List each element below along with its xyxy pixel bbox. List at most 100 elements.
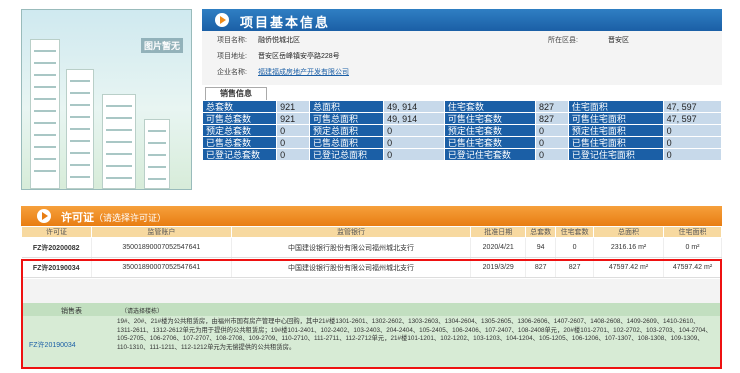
sales-metric-label: 可售住宅套数	[443, 112, 537, 125]
sales-metric-label: 可售住宅面积	[567, 112, 664, 125]
sales-metric-value: 0	[276, 148, 310, 161]
sales-metric-value: 827	[535, 100, 569, 113]
col-header: 总面积	[593, 226, 664, 238]
photo-placeholder-text: 图片暂无	[140, 38, 183, 53]
permit-header: 许可证（请选择许可证）	[21, 206, 722, 226]
sales-metric-value: 0	[662, 124, 723, 137]
total-area-cell: 47597.42 m²	[593, 257, 664, 278]
col-header: 批准日期	[470, 226, 527, 238]
date-cell: 2020/4/21	[470, 237, 527, 258]
total-units-cell: 827	[525, 257, 557, 278]
sales-metric-value: 827	[535, 112, 569, 125]
col-header: 许可证	[21, 226, 92, 238]
sales-info-row: 已售总套数 0 已售总面积 0 已售住宅套数 0 已售住宅面积 0	[201, 136, 723, 149]
company-link[interactable]: 福建福成房地产开发有限公司	[258, 67, 349, 77]
sales-metric-value: 921	[276, 100, 310, 113]
info-row-company: 企业名称: 福建福成房地产开发有限公司	[202, 63, 722, 79]
col-header: 住宅面积	[663, 226, 722, 238]
account-cell: 35001890007052547641	[91, 237, 232, 258]
sales-table-header: 销售表 （请选择楼栋）	[23, 303, 720, 316]
permit-row-selected[interactable]: FZ许20190034 35001890007052547641 中国建设银行股…	[21, 257, 722, 278]
permit-description: 19#、20#、21#楼为公共租赁房，由福州市国有房产管理中心回购，其中21#楼…	[117, 318, 712, 351]
building-graphic	[144, 119, 170, 189]
tab-sales-info[interactable]: 销售信息	[205, 87, 267, 100]
arrow-circle-icon	[37, 209, 51, 223]
sales-metric-label: 可售总套数	[201, 112, 278, 125]
sales-metric-value: 0	[383, 124, 445, 137]
project-address: 晋安区岳峰镇安亭路228号	[258, 53, 340, 60]
sales-metric-label: 住宅套数	[443, 100, 537, 113]
sales-info-table: 总套数 921 总面积 49, 914 住宅套数 827 住宅面积 47, 597 可售总套数 9…	[201, 100, 723, 161]
sales-metric-label: 已售总套数	[201, 136, 278, 149]
sales-table-label: 销售表	[61, 308, 82, 315]
sales-metric-label: 总面积	[308, 100, 385, 113]
sales-metric-label: 预定住宅面积	[567, 124, 664, 137]
region-label: 所在区县:	[548, 37, 578, 44]
res-units-cell: 0	[555, 237, 595, 258]
section-title: 项目基本信息	[240, 15, 331, 30]
bank-cell: 中国建设银行股份有限公司福州城北支行	[231, 257, 472, 278]
building-graphic	[30, 39, 60, 189]
sales-metric-label: 可售总面积	[308, 112, 385, 125]
project-info-panel: 项目名称: 融侨悦城北区 所在区县: 晋安区 项目地址: 晋安区岳峰镇安亭路22…	[202, 31, 722, 85]
sales-info-row: 总套数 921 总面积 49, 914 住宅套数 827 住宅面积 47, 597	[201, 100, 723, 113]
project-name: 融侨悦城北区	[258, 37, 300, 44]
sales-metric-label: 预定总面积	[308, 124, 385, 137]
building-graphic	[66, 69, 94, 189]
col-header: 住宅套数	[555, 226, 595, 238]
info-row-address: 项目地址: 晋安区岳峰镇安亭路228号	[202, 47, 722, 63]
res-area-cell: 47597.42 m²	[663, 257, 722, 278]
selected-permit-spacer	[23, 279, 720, 303]
region-value: 晋安区	[608, 37, 629, 44]
sales-metric-value: 0	[535, 136, 569, 149]
date-cell: 2019/3/29	[470, 257, 527, 278]
sales-metric-value: 921	[276, 112, 310, 125]
res-area-cell: 0 m²	[663, 237, 722, 258]
sales-metric-value: 47, 597	[662, 100, 723, 113]
sales-metric-label: 预定总套数	[201, 124, 278, 137]
permit-table: 许可证 监管账户 监管银行 批准日期 总套数 住宅套数 总面积 住宅面积 FZ许…	[21, 226, 722, 278]
permit-header-row: 许可证 监管账户 监管银行 批准日期 总套数 住宅套数 总面积 住宅面积	[21, 226, 722, 238]
sales-metric-label: 总套数	[201, 100, 278, 113]
permit-title: 许可证	[61, 212, 94, 224]
sales-metric-value: 0	[276, 124, 310, 137]
sales-metric-label: 已登记住宅面积	[567, 148, 664, 161]
sales-metric-value: 0	[535, 124, 569, 137]
permit-subtitle: （请选择许可证）	[94, 213, 167, 223]
sales-metric-label: 预定住宅套数	[443, 124, 537, 137]
sales-metric-value: 0	[383, 136, 445, 149]
project-photo: 图片暂无	[21, 9, 192, 190]
project-info-header: 项目基本信息	[202, 9, 722, 31]
sales-metric-label: 已登记总面积	[308, 148, 385, 161]
sales-metric-value: 47, 597	[662, 112, 723, 125]
permit-row[interactable]: FZ许20200082 35001890007052547641 中国建设银行股…	[21, 237, 722, 258]
col-header: 监管银行	[230, 226, 472, 238]
sales-metric-value: 0	[276, 136, 310, 149]
account-cell: 35001890007052547641	[91, 257, 232, 278]
sales-info-row: 可售总套数 921 可售总面积 49, 914 可售住宅套数 827 可售住宅面积 47, 5…	[201, 112, 723, 125]
total-units-cell: 94	[525, 237, 557, 258]
arrow-circle-icon	[215, 13, 229, 27]
sales-info-row: 已登记总套数 0 已登记总面积 0 已登记住宅套数 0 已登记住宅面积 0	[201, 148, 723, 161]
sales-metric-label: 已售住宅面积	[567, 136, 664, 149]
building-select-hint[interactable]: （请选择楼栋）	[121, 306, 163, 315]
sales-metric-value: 0	[662, 148, 723, 161]
total-area-cell: 2316.16 m²	[593, 237, 664, 258]
permit-id[interactable]: FZ许20200082	[21, 237, 92, 258]
field-label: 项目名称:	[217, 37, 247, 44]
field-label: 项目地址:	[217, 53, 247, 60]
sales-table-area: 销售表 （请选择楼栋） FZ许20190034 19#、20#、21#楼为公共租…	[23, 303, 720, 367]
bank-cell: 中国建设银行股份有限公司福州城北支行	[231, 237, 472, 258]
sales-metric-value: 0	[535, 148, 569, 161]
sales-info-row: 预定总套数 0 预定总面积 0 预定住宅套数 0 预定住宅面积 0	[201, 124, 723, 137]
sales-metric-value: 49, 914	[383, 112, 445, 125]
field-label: 企业名称:	[217, 69, 247, 76]
sales-metric-value: 49, 914	[383, 100, 445, 113]
col-header: 监管账户	[90, 226, 232, 238]
sales-metric-label: 已登记住宅套数	[443, 148, 537, 161]
sales-metric-label: 已登记总套数	[201, 148, 278, 161]
permit-id[interactable]: FZ许20190034	[21, 257, 92, 278]
col-header: 总套数	[525, 226, 557, 238]
info-row-name: 项目名称: 融侨悦城北区 所在区县: 晋安区	[202, 31, 722, 47]
sales-metric-label: 住宅面积	[567, 100, 664, 113]
